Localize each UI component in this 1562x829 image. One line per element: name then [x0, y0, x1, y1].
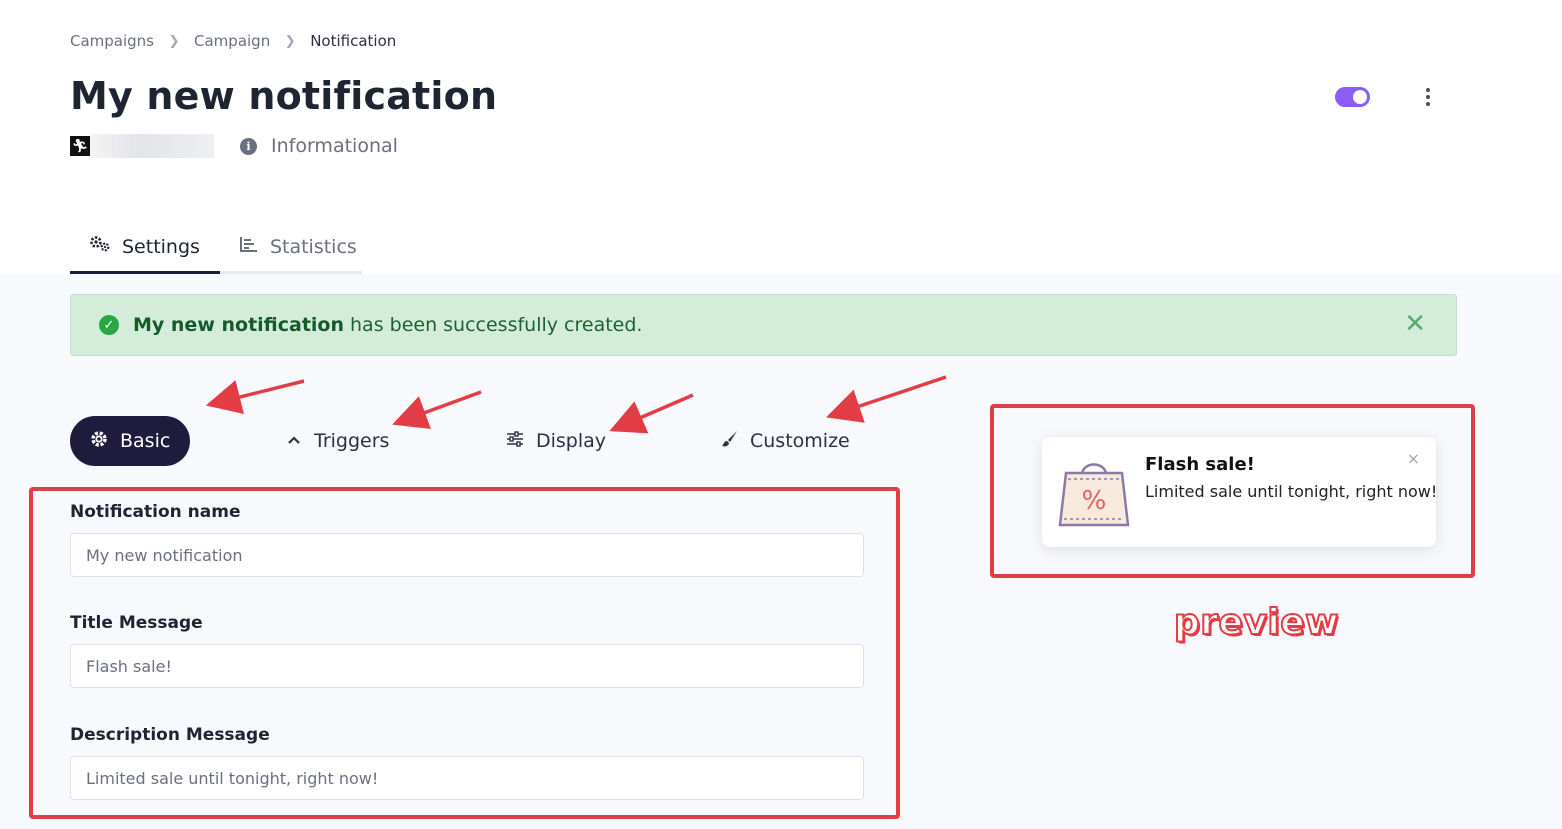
tab-settings[interactable]: Settings	[70, 222, 220, 274]
subtab-triggers-label: Triggers	[314, 430, 390, 452]
check-circle-icon: ✓	[99, 315, 119, 335]
preview-annotation-label: preview	[1173, 601, 1339, 644]
svg-text:%: %	[1082, 486, 1107, 516]
chevron-right-icon: ❯	[284, 33, 296, 49]
annotation-form-box	[29, 487, 900, 819]
breadcrumb-campaigns[interactable]: Campaigns	[70, 32, 154, 50]
subtab-customize-label: Customize	[750, 430, 850, 452]
gears-icon	[90, 236, 110, 257]
sliders-icon	[506, 430, 524, 452]
preview-description: Limited sale until tonight, right now!	[1145, 482, 1438, 501]
tab-statistics[interactable]: Statistics	[220, 222, 377, 271]
notification-type: i Informational	[240, 135, 398, 157]
page-title: My new notification	[70, 74, 498, 118]
subtab-display[interactable]: Display	[506, 416, 606, 466]
notification-type-label: Informational	[271, 135, 398, 157]
alert-notification-name: My new notification	[133, 314, 345, 336]
page-tabs: Settings Statistics	[70, 222, 362, 274]
notification-meta: 🏃︎ i Informational	[70, 134, 398, 158]
breadcrumb-campaign[interactable]: Campaign	[194, 32, 270, 50]
preview-close-icon[interactable]: ×	[1407, 449, 1420, 468]
shopping-bag-icon: %	[1058, 455, 1130, 533]
subtab-triggers[interactable]: Triggers	[286, 416, 389, 466]
subtab-display-label: Display	[536, 430, 607, 452]
tab-statistics-label: Statistics	[269, 235, 357, 258]
info-icon: i	[240, 137, 257, 155]
notification-preview: % Flash sale! Limited sale until tonight…	[1042, 437, 1438, 547]
page-header: Campaigns ❯ Campaign ❯ Notification My n…	[0, 0, 1562, 274]
site-domain-redacted	[90, 134, 214, 158]
tab-settings-label: Settings	[122, 235, 200, 258]
gear-icon	[90, 430, 108, 453]
chevron-right-icon: ❯	[168, 33, 180, 49]
more-options-icon[interactable]	[1418, 84, 1438, 110]
toggle-knob	[1353, 90, 1367, 104]
notification-enabled-toggle[interactable]	[1335, 87, 1370, 107]
subtab-customize[interactable]: Customize	[720, 416, 850, 466]
subtab-basic[interactable]: Basic	[70, 416, 191, 466]
breadcrumb-notification: Notification	[310, 32, 397, 50]
paintbrush-icon	[720, 430, 738, 453]
alert-message: has been successfully created.	[350, 314, 643, 336]
subtab-basic-label: Basic	[120, 430, 171, 452]
bar-chart-icon	[239, 236, 258, 257]
preview-title: Flash sale!	[1145, 454, 1255, 475]
chevron-up-icon	[286, 431, 302, 451]
breadcrumb: Campaigns ❯ Campaign ❯ Notification	[70, 32, 396, 50]
runner-favicon-icon: 🏃︎	[70, 136, 90, 156]
success-alert: ✓ My new notification has been successfu…	[70, 294, 1457, 356]
close-icon[interactable]: ✕	[1404, 310, 1426, 338]
